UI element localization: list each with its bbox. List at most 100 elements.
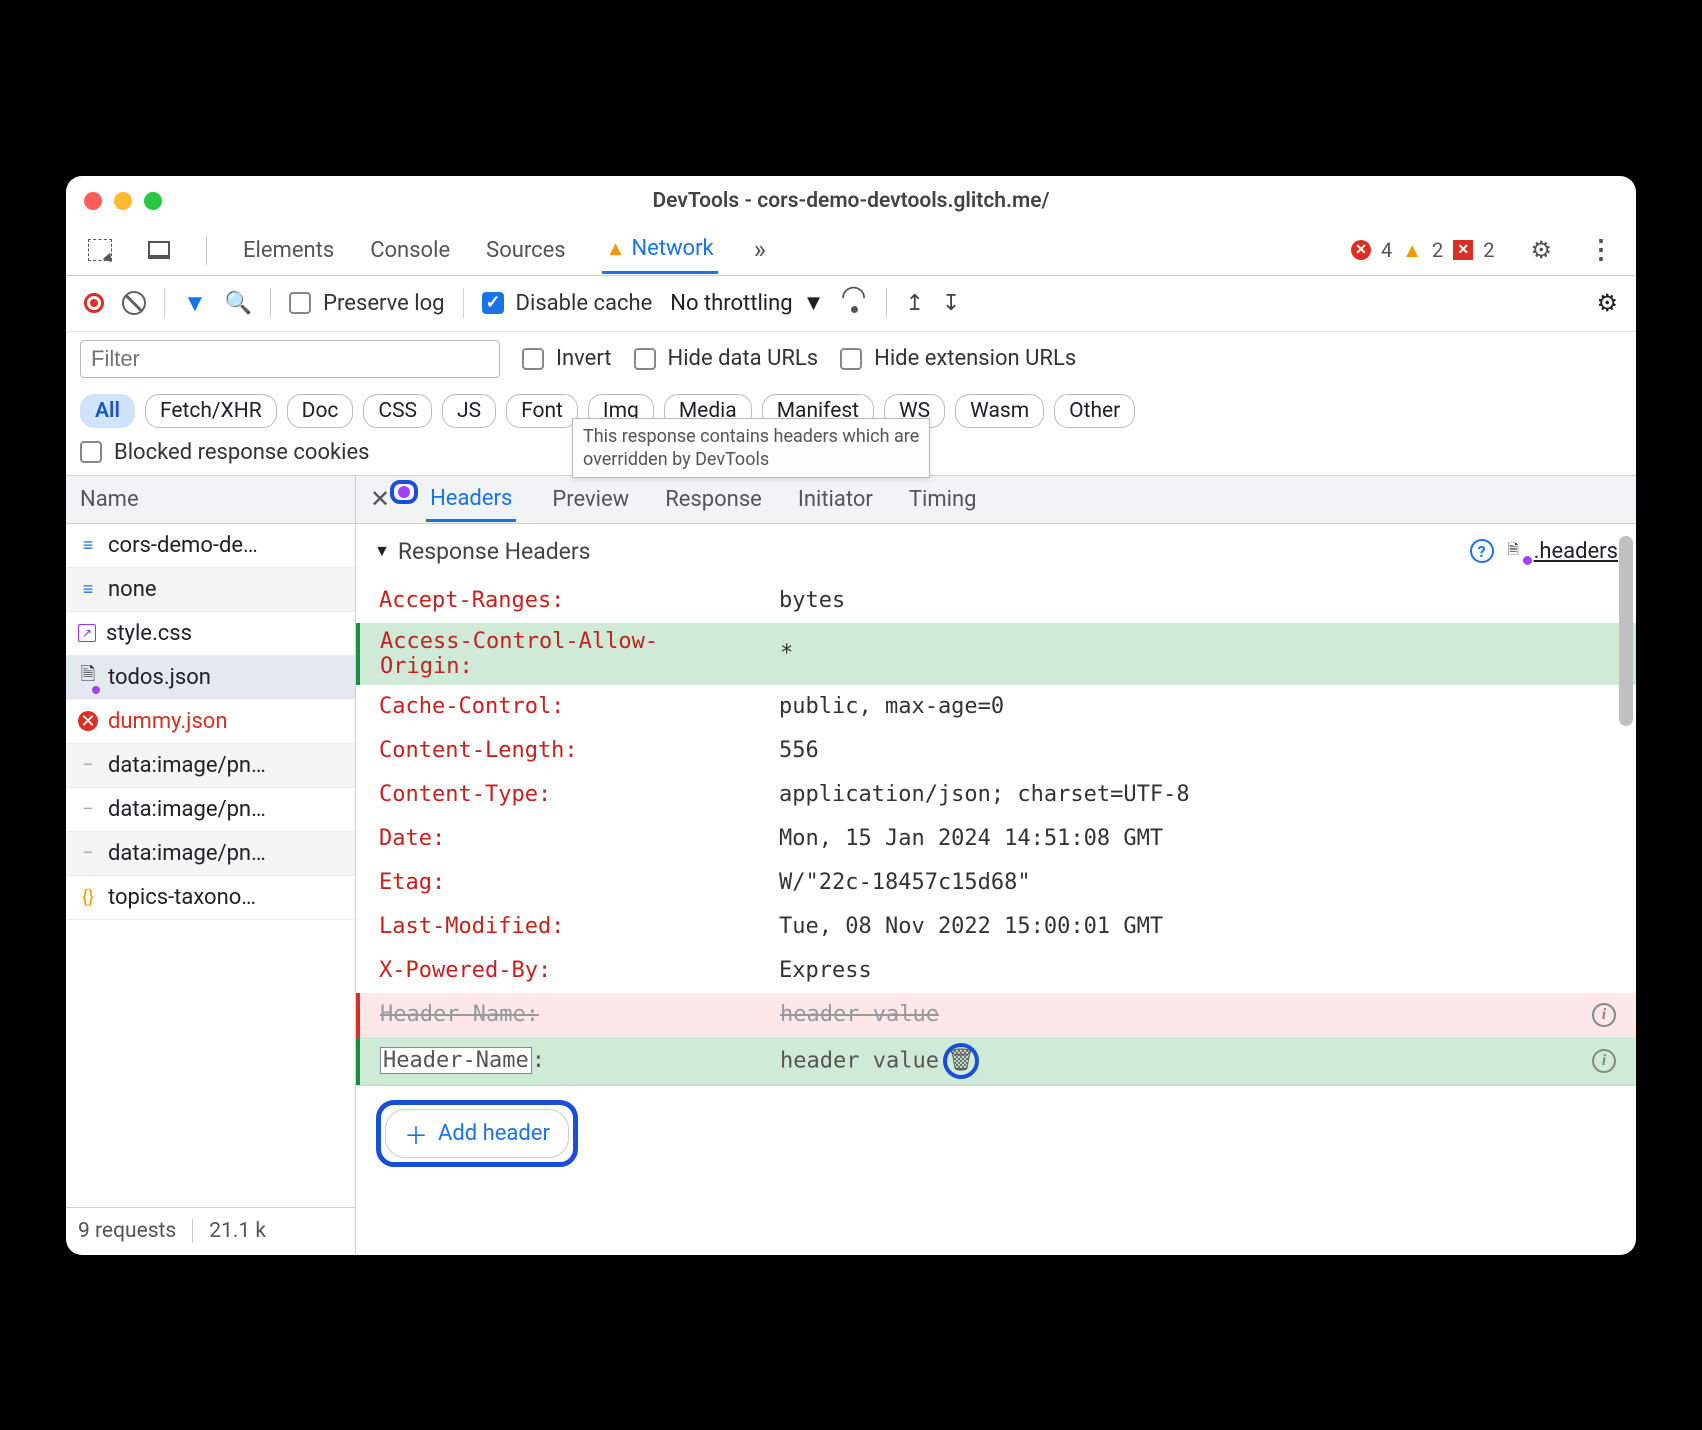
warning-icon: ▲	[1402, 238, 1422, 263]
details-tab-preview[interactable]: Preview	[552, 487, 629, 512]
clear-button[interactable]	[122, 291, 146, 315]
request-label: data:image/pn…	[108, 797, 266, 822]
throttling-select[interactable]: No throttling ▼	[670, 290, 824, 316]
doc-icon: ≡	[78, 535, 98, 556]
tab-sources[interactable]: Sources	[486, 238, 566, 263]
settings-gear-icon[interactable]: ⚙	[1530, 236, 1552, 264]
request-row[interactable]: ↗style.css	[66, 612, 355, 656]
header-value: public, max-age=0	[779, 694, 1616, 719]
header-name: Cache-Control:	[379, 694, 779, 719]
network-conditions-icon[interactable]	[842, 293, 868, 313]
request-row[interactable]: ✕dummy.json	[66, 700, 355, 744]
info-icon[interactable]: i	[1592, 1003, 1616, 1027]
help-icon[interactable]: ?	[1470, 539, 1494, 563]
override-tooltip: This response contains headers which are…	[572, 418, 930, 479]
network-settings-icon[interactable]: ⚙	[1596, 289, 1618, 317]
headers-file-link[interactable]: .headers	[1534, 539, 1618, 564]
add-header-row: ＋ Add header	[356, 1085, 1636, 1181]
header-name: Content-Length:	[379, 738, 779, 763]
column-header-name[interactable]: Name	[66, 476, 355, 524]
record-button[interactable]	[84, 293, 104, 313]
file-override-icon: 🗎	[1508, 539, 1528, 563]
blocked-cookies-checkbox[interactable]: Blocked response cookies	[80, 440, 370, 465]
request-row[interactable]: 🗎todos.json	[66, 656, 355, 700]
window-title: DevTools - cors-demo-devtools.glitch.me/	[66, 189, 1636, 213]
hide-extension-urls-checkbox[interactable]: Hide extension URLs	[840, 346, 1076, 371]
scrollbar-thumb[interactable]	[1619, 536, 1633, 726]
css-icon: ↗	[78, 624, 96, 642]
download-har-icon[interactable]: ↧	[942, 291, 960, 316]
filter-doc[interactable]: Doc	[287, 394, 354, 428]
request-row[interactable]: ≡none	[66, 568, 355, 612]
filter-all[interactable]: All	[80, 394, 135, 428]
request-row[interactable]: –data:image/pn…	[66, 788, 355, 832]
tab-elements[interactable]: Elements	[243, 238, 334, 263]
header-name: Date:	[379, 826, 779, 851]
details-panel: ✕ Headers Preview Response Initiator Tim…	[356, 476, 1636, 1255]
filter-js[interactable]: JS	[442, 394, 496, 428]
device-toolbar-icon[interactable]	[148, 241, 170, 259]
request-label: cors-demo-de…	[108, 533, 258, 558]
header-value: Mon, 15 Jan 2024 14:51:08 GMT	[779, 826, 1616, 851]
hide-data-urls-checkbox[interactable]: Hide data URLs	[634, 346, 819, 371]
header-row: Accept-Ranges:bytes	[356, 579, 1636, 623]
header-name-input[interactable]: Header-Name	[380, 1047, 532, 1074]
upload-har-icon[interactable]: ↥	[905, 291, 923, 316]
details-tab-timing[interactable]: Timing	[909, 487, 977, 512]
details-tab-initiator[interactable]: Initiator	[798, 487, 873, 512]
devtools-window: DevTools - cors-demo-devtools.glitch.me/…	[66, 176, 1636, 1255]
header-value: application/json; charset=UTF-8	[779, 782, 1616, 807]
delete-header-highlight: 🗑	[943, 1043, 979, 1079]
filter-other[interactable]: Other	[1054, 394, 1135, 428]
filter-toggle-icon[interactable]: ▼	[183, 289, 207, 318]
header-name: X-Powered-By:	[379, 958, 779, 983]
close-details-button[interactable]: ✕	[370, 485, 390, 513]
status-bar: 9 requests 21.1 k	[66, 1207, 355, 1255]
tab-network[interactable]: ▲ Network	[602, 226, 718, 274]
override-indicator-highlight	[390, 480, 418, 504]
tab-console[interactable]: Console	[370, 238, 450, 263]
filter-fetch-xhr[interactable]: Fetch/XHR	[145, 394, 277, 428]
header-row: Access-Control-Allow- Origin:*	[356, 623, 1636, 685]
gray-icon: –	[78, 755, 98, 776]
more-menu-icon[interactable]: ⋮	[1588, 235, 1614, 265]
add-header-button[interactable]: ＋ Add header	[385, 1109, 569, 1158]
json-icon: {}	[78, 887, 98, 908]
invert-checkbox[interactable]: Invert	[522, 346, 612, 371]
header-name: Access-Control-Allow- Origin:	[380, 629, 780, 679]
inspect-element-icon[interactable]	[88, 239, 112, 261]
search-icon[interactable]: 🔍	[225, 291, 252, 316]
status-badges[interactable]: ✕4 ▲2 ✕2	[1351, 238, 1495, 263]
request-row[interactable]: –data:image/pn…	[66, 832, 355, 876]
more-tabs-button[interactable]: »	[754, 235, 766, 265]
filter-input[interactable]	[80, 340, 500, 378]
disable-cache-checkbox[interactable]: Disable cache	[482, 291, 653, 316]
filter-font[interactable]: Font	[506, 394, 578, 428]
add-header-highlight: ＋ Add header	[376, 1100, 578, 1167]
issue-icon: ✕	[1453, 240, 1473, 260]
details-tab-response[interactable]: Response	[665, 487, 762, 512]
header-name: Header-Name:	[380, 1002, 780, 1027]
preserve-log-checkbox[interactable]: Preserve log	[289, 291, 444, 316]
request-row[interactable]: ≡ cors-demo-de…	[66, 524, 355, 568]
checkbox-checked-icon	[482, 292, 504, 314]
header-name: Etag:	[379, 870, 779, 895]
network-toolbar: ▼ 🔍 Preserve log Disable cache No thrott…	[66, 276, 1636, 332]
header-row: X-Powered-By:Express	[356, 949, 1636, 993]
chevron-down-icon: ▼	[803, 290, 825, 316]
details-tab-headers[interactable]: Headers	[426, 476, 516, 522]
titlebar: DevTools - cors-demo-devtools.glitch.me/	[66, 176, 1636, 226]
filter-css[interactable]: CSS	[363, 394, 432, 428]
transfer-size: 21.1 k	[209, 1219, 266, 1243]
header-row[interactable]: Header-Name:header value🗑i	[356, 1037, 1636, 1085]
trash-icon[interactable]: 🗑	[947, 1048, 975, 1073]
header-row: Header-Name:header valuei	[356, 993, 1636, 1037]
request-row[interactable]: –data:image/pn…	[66, 744, 355, 788]
filter-wasm[interactable]: Wasm	[955, 394, 1044, 428]
response-headers-section[interactable]: ▼ Response Headers ? 🗎 .headers	[356, 524, 1636, 579]
request-row[interactable]: {}topics-taxono…	[66, 876, 355, 920]
error-icon: ✕	[1351, 240, 1371, 260]
checkbox-icon	[289, 292, 311, 314]
override-dot-icon	[398, 486, 410, 498]
info-icon[interactable]: i	[1592, 1049, 1616, 1073]
